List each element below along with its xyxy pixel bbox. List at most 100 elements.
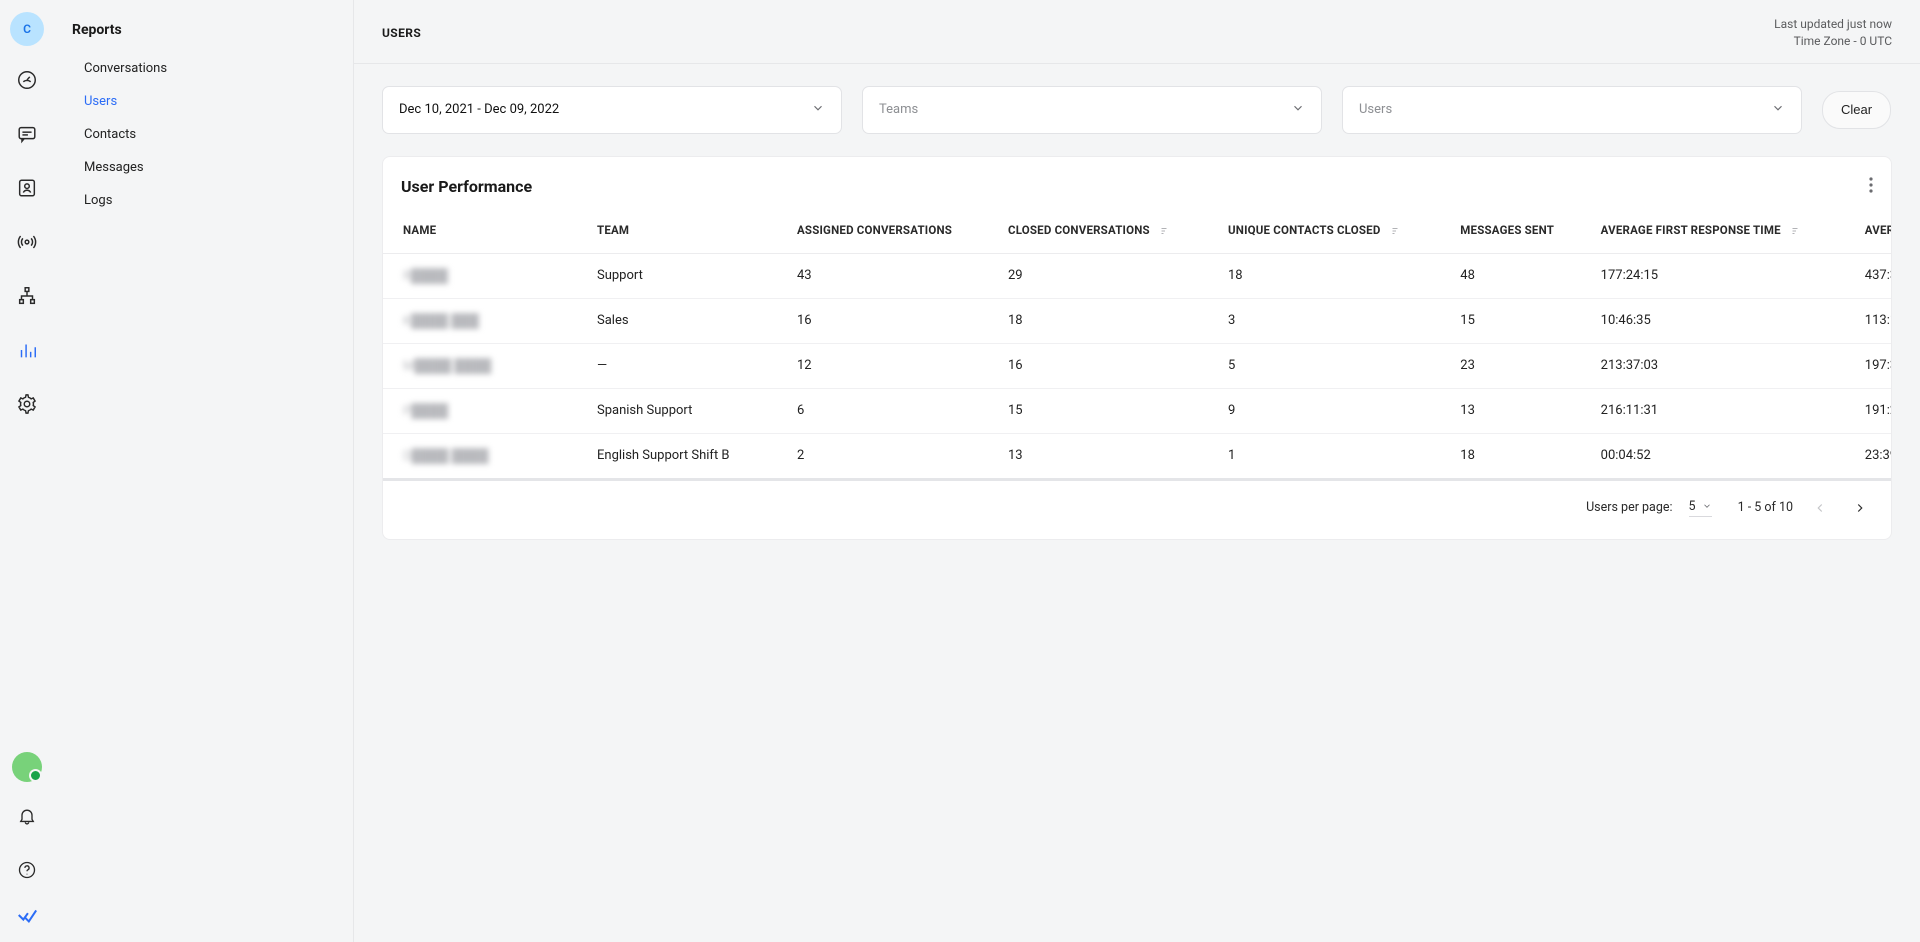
cell-closed: 15 xyxy=(994,388,1214,433)
cell-closed: 29 xyxy=(994,253,1214,298)
col-avg-partial[interactable]: AVERAGE xyxy=(1851,203,1891,254)
table-row[interactable]: P████Spanish Support615913216:11:31191:2… xyxy=(383,388,1891,433)
user-performance-card: User Performance NAME TEAM ASSIGNED CONV… xyxy=(382,156,1892,540)
table-header-row: NAME TEAM ASSIGNED CONVERSATIONS CLOSED … xyxy=(383,203,1891,254)
sort-icon xyxy=(1153,223,1171,237)
cell-avgFirstResponse: 216:11:31 xyxy=(1587,388,1851,433)
prev-page-button[interactable] xyxy=(1807,495,1833,521)
chevron-down-icon xyxy=(1771,101,1785,119)
col-unique-contacts-closed[interactable]: UNIQUE CONTACTS CLOSED xyxy=(1214,203,1446,254)
cell-messagesSent: 13 xyxy=(1446,388,1586,433)
table-row[interactable]: R████Support43291848177:24:15437:38:3 xyxy=(383,253,1891,298)
filters-row: Dec 10, 2021 - Dec 09, 2022 Teams Users … xyxy=(354,64,1920,134)
sidebar-item-users[interactable]: Users xyxy=(54,85,353,118)
date-range-dropdown[interactable]: Dec 10, 2021 - Dec 09, 2022 xyxy=(382,86,842,134)
user-performance-table: NAME TEAM ASSIGNED CONVERSATIONS CLOSED … xyxy=(383,203,1891,481)
cell-avgFirstResponse: 10:46:35 xyxy=(1587,298,1851,343)
cell-messagesSent: 23 xyxy=(1446,343,1586,388)
chevron-down-icon xyxy=(1291,101,1305,119)
cell-avgFirstResponse: 213:37:03 xyxy=(1587,343,1851,388)
cell-uniqueClosed: 18 xyxy=(1214,253,1446,298)
timezone-text: Time Zone - 0 UTC xyxy=(1774,33,1892,50)
cell-messagesSent: 15 xyxy=(1446,298,1586,343)
cell-uniqueClosed: 3 xyxy=(1214,298,1446,343)
table-scroll[interactable]: NAME TEAM ASSIGNED CONVERSATIONS CLOSED … xyxy=(383,203,1891,481)
cell-uniqueClosed: 1 xyxy=(1214,433,1446,479)
col-closed-conversations[interactable]: CLOSED CONVERSATIONS xyxy=(994,203,1214,254)
cell-team: Support xyxy=(583,253,783,298)
col-avg-first-response[interactable]: AVERAGE FIRST RESPONSE TIME xyxy=(1587,203,1851,254)
users-placeholder: Users xyxy=(1359,102,1392,117)
cell-avg2: 437:38:3 xyxy=(1851,253,1891,298)
col-messages-sent[interactable]: MESSAGES SENT xyxy=(1446,203,1586,254)
sidebar-item-conversations[interactable]: Conversations xyxy=(54,52,353,85)
col-closed-label: CLOSED CONVERSATIONS xyxy=(1008,223,1150,237)
help-icon[interactable] xyxy=(7,850,47,890)
topbar-meta: Last updated just now Time Zone - 0 UTC xyxy=(1774,16,1892,51)
main-content: USERS Last updated just now Time Zone - … xyxy=(354,0,1920,942)
nav-workflows-icon[interactable] xyxy=(7,276,47,316)
cell-assigned: 43 xyxy=(783,253,994,298)
table-row[interactable]: M████ ████—1216523213:37:03197:34:5 xyxy=(383,343,1891,388)
clear-filters-button[interactable]: Clear xyxy=(1822,91,1891,129)
next-page-button[interactable] xyxy=(1847,495,1873,521)
reports-sidebar: Reports Conversations Users Contacts Mes… xyxy=(54,0,354,942)
date-range-value: Dec 10, 2021 - Dec 09, 2022 xyxy=(399,102,559,117)
cell-closed: 16 xyxy=(994,343,1214,388)
table-footer: Users per page: 5 1 - 5 of 10 xyxy=(383,481,1891,539)
notifications-icon[interactable] xyxy=(7,796,47,836)
cell-assigned: 2 xyxy=(783,433,994,479)
nav-dashboard-icon[interactable] xyxy=(7,60,47,100)
cell-messagesSent: 18 xyxy=(1446,433,1586,479)
cell-team: English Support Shift B xyxy=(583,433,783,479)
user-status-avatar[interactable] xyxy=(12,752,42,782)
chevron-left-icon xyxy=(1813,501,1827,515)
per-page-control: Users per page: 5 xyxy=(1586,499,1711,517)
nav-rail: C xyxy=(0,0,54,942)
sidebar-item-logs[interactable]: Logs xyxy=(54,184,353,217)
col-avg-first-label: AVERAGE FIRST RESPONSE TIME xyxy=(1601,223,1781,237)
col-name[interactable]: NAME xyxy=(383,203,583,254)
nav-broadcast-icon[interactable] xyxy=(7,222,47,262)
page-range-text: 1 - 5 of 10 xyxy=(1738,500,1793,515)
sidebar-item-contacts[interactable]: Contacts xyxy=(54,118,353,151)
cell-avgFirstResponse: 00:04:52 xyxy=(1587,433,1851,479)
cell-avg2: 197:34:5 xyxy=(1851,343,1891,388)
pagination: 1 - 5 of 10 xyxy=(1738,495,1873,521)
nav-reports-icon[interactable] xyxy=(7,330,47,370)
table-row[interactable]: K████ ███Sales161831510:46:35113:18:4 xyxy=(383,298,1891,343)
topbar: USERS Last updated just now Time Zone - … xyxy=(354,0,1920,64)
last-updated-text: Last updated just now xyxy=(1774,16,1892,33)
table-row[interactable]: D████ ████English Support Shift B2131180… xyxy=(383,433,1891,479)
teams-dropdown[interactable]: Teams xyxy=(862,86,1322,134)
card-header: User Performance xyxy=(383,157,1891,203)
chevron-right-icon xyxy=(1853,501,1867,515)
card-menu-button[interactable] xyxy=(1869,177,1873,197)
sidebar-item-messages[interactable]: Messages xyxy=(54,151,353,184)
workspace-avatar-letter: C xyxy=(23,22,31,36)
sort-icon xyxy=(1784,223,1802,237)
cell-team: Sales xyxy=(583,298,783,343)
cell-name: M████ ████ xyxy=(383,343,583,388)
cell-name: D████ ████ xyxy=(383,433,583,479)
col-team[interactable]: TEAM xyxy=(583,203,783,254)
cell-avg2: 23:39:03 xyxy=(1851,433,1891,479)
chevron-down-icon xyxy=(1702,501,1712,511)
nav-contacts-icon[interactable] xyxy=(7,168,47,208)
page-title: USERS xyxy=(382,26,421,40)
chevron-down-icon xyxy=(811,101,825,119)
teams-placeholder: Teams xyxy=(879,102,918,117)
cell-team: Spanish Support xyxy=(583,388,783,433)
nav-conversations-icon[interactable] xyxy=(7,114,47,154)
sidebar-title: Reports xyxy=(54,0,353,52)
workspace-avatar[interactable]: C xyxy=(10,12,44,46)
cell-assigned: 6 xyxy=(783,388,994,433)
col-assigned-conversations[interactable]: ASSIGNED CONVERSATIONS xyxy=(783,203,994,254)
cell-closed: 13 xyxy=(994,433,1214,479)
per-page-label: Users per page: xyxy=(1586,500,1672,515)
per-page-select[interactable]: 5 xyxy=(1689,499,1712,517)
sort-icon xyxy=(1384,223,1402,237)
users-dropdown[interactable]: Users xyxy=(1342,86,1802,134)
cell-name: R████ xyxy=(383,253,583,298)
nav-settings-icon[interactable] xyxy=(7,384,47,424)
